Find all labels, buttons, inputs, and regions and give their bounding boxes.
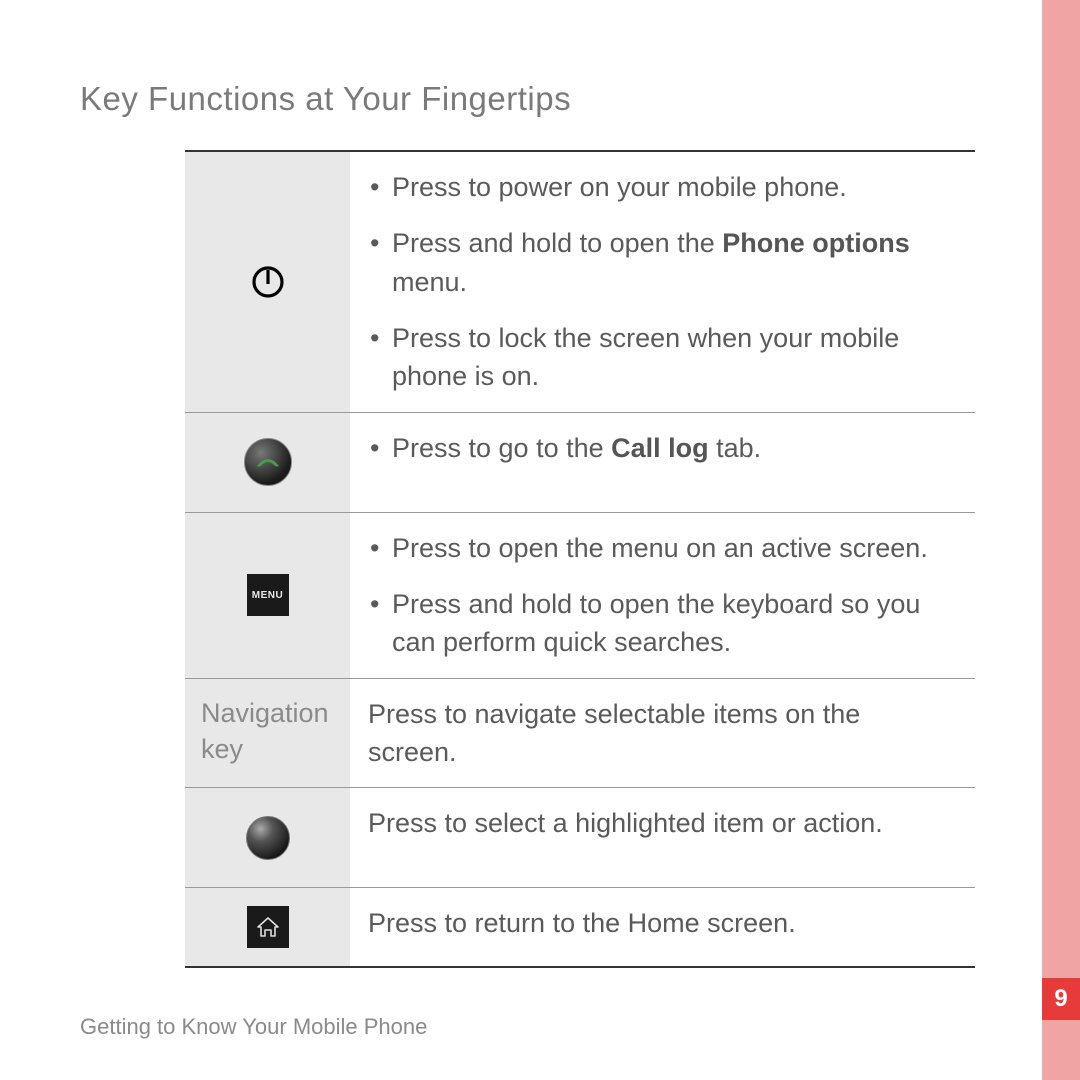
key-functions-table: Press to power on your mobile phone. Pre… bbox=[185, 150, 975, 968]
side-tab-bar bbox=[1042, 0, 1080, 1080]
desc-text: Press to return to the Home screen. bbox=[368, 908, 796, 938]
call-key-cell bbox=[185, 413, 350, 512]
select-key-description: Press to select a highlighted item or ac… bbox=[350, 788, 975, 887]
power-key-description: Press to power on your mobile phone. Pre… bbox=[350, 152, 975, 412]
call-icon bbox=[244, 438, 292, 486]
table-row: Press to select a highlighted item or ac… bbox=[185, 788, 975, 888]
list-item: Press to lock the screen when your mobil… bbox=[392, 319, 955, 396]
menu-icon: MENU bbox=[247, 574, 289, 616]
navigation-key-description: Press to navigate selectable items on th… bbox=[350, 679, 975, 788]
power-key-cell bbox=[185, 152, 350, 412]
navigation-key-cell: Navigation key bbox=[185, 679, 350, 788]
page-number: 9 bbox=[1042, 978, 1080, 1020]
table-row: Press to go to the Call log tab. bbox=[185, 413, 975, 513]
list-item: Press and hold to open the Phone options… bbox=[392, 224, 955, 301]
menu-icon-label: MENU bbox=[252, 590, 283, 601]
home-key-cell bbox=[185, 888, 350, 966]
page-content: Key Functions at Your Fingertips Press t… bbox=[0, 0, 1080, 968]
table-row: Press to return to the Home screen. bbox=[185, 888, 975, 966]
table-row: Navigation key Press to navigate selecta… bbox=[185, 679, 975, 789]
menu-key-description: Press to open the menu on an active scre… bbox=[350, 513, 975, 678]
home-key-description: Press to return to the Home screen. bbox=[350, 888, 975, 966]
select-key-cell bbox=[185, 788, 350, 887]
page-title: Key Functions at Your Fingertips bbox=[80, 80, 1010, 118]
trackball-icon bbox=[246, 816, 290, 860]
list-item: Press to go to the Call log tab. bbox=[392, 429, 955, 467]
table-row: MENU Press to open the menu on an active… bbox=[185, 513, 975, 679]
list-item: Press to power on your mobile phone. bbox=[392, 168, 955, 206]
menu-key-cell: MENU bbox=[185, 513, 350, 678]
list-item: Press and hold to open the keyboard so y… bbox=[392, 585, 955, 662]
home-icon bbox=[247, 906, 289, 948]
footer-text: Getting to Know Your Mobile Phone bbox=[80, 1014, 427, 1040]
power-icon bbox=[250, 264, 286, 300]
navigation-key-label: Navigation key bbox=[185, 679, 350, 768]
desc-text: Press to select a highlighted item or ac… bbox=[368, 808, 883, 838]
desc-text: Press to navigate selectable items on th… bbox=[368, 699, 860, 767]
list-item: Press to open the menu on an active scre… bbox=[392, 529, 955, 567]
call-key-description: Press to go to the Call log tab. bbox=[350, 413, 975, 512]
table-row: Press to power on your mobile phone. Pre… bbox=[185, 152, 975, 413]
